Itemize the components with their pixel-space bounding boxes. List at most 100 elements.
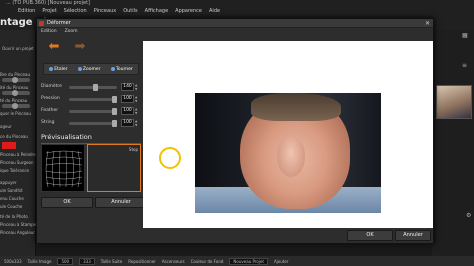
width-field[interactable]: 500 xyxy=(57,257,74,265)
tool-label: appuyer xyxy=(0,180,17,185)
brush-slider[interactable] xyxy=(2,90,30,96)
tool-label: ule Couche xyxy=(0,204,23,209)
layers-icon[interactable]: ≡ xyxy=(462,62,467,69)
taille-suite-label[interactable]: Taille Suite xyxy=(101,259,123,264)
project-select[interactable]: Nouveau Projet xyxy=(229,257,268,265)
menu-projet[interactable]: Projet xyxy=(42,7,56,15)
app-icon xyxy=(39,21,44,26)
param-label: Pression xyxy=(41,96,60,101)
param-diametre: Diamètre 140 ▲ ▼ xyxy=(41,83,141,92)
param-slider[interactable] xyxy=(69,120,117,127)
slider-knob[interactable] xyxy=(92,84,98,91)
tool-label: ule Sandhit xyxy=(0,188,23,193)
image-canvas[interactable] xyxy=(143,41,433,228)
param-slider[interactable] xyxy=(69,84,117,91)
photo-hair xyxy=(251,93,341,121)
grid-icon[interactable]: ▦ xyxy=(462,32,468,39)
image-size-readout: 500x333 xyxy=(4,258,22,264)
slider-knob[interactable] xyxy=(112,120,117,127)
spin-arrows-icon[interactable]: ▲ ▼ xyxy=(135,83,139,91)
menu-affichage[interactable]: Affichage xyxy=(145,7,169,15)
deform-dialog: Déformer ✕ Edition Zoom ⬅ ➡ Etaler Zoome… xyxy=(36,18,434,244)
spin-arrows-icon[interactable]: ▲ ▼ xyxy=(135,95,139,103)
open-project-label[interactable]: Ouvrir un projet xyxy=(2,46,34,51)
brush-slider[interactable] xyxy=(2,103,30,109)
ascenseurs-checkbox[interactable]: Ascenseurs xyxy=(162,259,185,264)
tool-label: ce du Pinceau xyxy=(0,134,28,139)
tool-label: quer le Pinceau xyxy=(0,111,31,116)
deformed-portrait-photo[interactable] xyxy=(195,93,381,213)
tool-label: ageur xyxy=(0,124,12,129)
right-panel: ▦ ≡ ⚙ xyxy=(432,30,474,256)
redo-arrow-icon[interactable]: ➡ xyxy=(69,39,91,55)
param-slider[interactable] xyxy=(69,108,117,115)
photo-nose xyxy=(277,137,305,177)
tool-etaler-label: Etaler xyxy=(54,66,68,72)
image-size-label: Taille Image xyxy=(27,258,52,264)
spin-arrows-icon[interactable]: ▲ ▼ xyxy=(135,107,139,115)
tool-zoomer[interactable]: Zoomer xyxy=(77,66,101,72)
slider-knob[interactable] xyxy=(112,96,117,103)
param-value-field[interactable]: 100 xyxy=(121,95,134,103)
menu-apparence[interactable]: Apparence xyxy=(175,7,202,15)
dialog-title: Déformer xyxy=(47,20,71,26)
brush-color-swatch[interactable] xyxy=(2,142,16,149)
brush-size-slider[interactable] xyxy=(2,77,30,83)
tool-tourner-label: Tourner xyxy=(115,66,133,72)
tool-label: ique Tolérance xyxy=(0,168,29,173)
preview-stop-area[interactable]: Stop xyxy=(87,144,141,192)
param-value-field[interactable]: 100 xyxy=(121,119,134,127)
param-label: Feather xyxy=(41,108,59,113)
menu-edition[interactable]: Edition xyxy=(18,7,35,15)
dialog-menu-edition[interactable]: Edition xyxy=(41,29,57,34)
cancel-button[interactable]: Annuler xyxy=(95,197,147,208)
tool-label: Pinceau à Peindre xyxy=(0,152,36,157)
tool-label: té de la Photo xyxy=(0,214,28,219)
param-string: String 100 ▲ ▼ xyxy=(41,119,141,128)
ok-button[interactable]: OK xyxy=(41,197,93,208)
tool-zoomer-label: Zoomer xyxy=(82,66,101,72)
height-field[interactable]: 333 xyxy=(79,257,95,265)
cancel-button[interactable]: Annuler xyxy=(395,230,431,241)
left-tool-panel: Ouvrir un projet Bre du Pinceau ité du P… xyxy=(0,30,38,256)
param-feather: Feather 100 ▲ ▼ xyxy=(41,107,141,116)
menu-aide[interactable]: Aide xyxy=(209,7,220,15)
background-color-label[interactable]: Couleur de Fond xyxy=(191,259,224,264)
menu-outils[interactable]: Outils xyxy=(123,7,137,15)
deform-tool-tabs: Etaler Zoomer Tourner xyxy=(43,63,139,75)
param-label: String xyxy=(41,120,55,125)
menu-pinceaux[interactable]: Pinceaux xyxy=(94,7,116,15)
repositionner-button[interactable]: Repositionner xyxy=(128,259,156,264)
status-bar: 500x333 Taille Image 500 333 Taille Suit… xyxy=(0,256,474,266)
param-value-field[interactable]: 100 xyxy=(121,107,134,115)
warp-grid-icon xyxy=(45,150,83,188)
menu-selection[interactable]: Sélection xyxy=(64,7,87,15)
param-value-field[interactable]: 140 xyxy=(121,83,134,91)
tool-tourner[interactable]: Tourner xyxy=(110,66,133,72)
undo-arrow-icon[interactable]: ⬅ xyxy=(43,39,65,55)
radio-icon xyxy=(110,67,115,71)
layer-strip xyxy=(36,246,432,256)
add-button[interactable]: Ajouter xyxy=(274,259,289,264)
project-thumbnail[interactable] xyxy=(436,85,472,119)
settings-icon[interactable]: ⚙ xyxy=(466,212,471,219)
history-buttons: ⬅ ➡ xyxy=(43,39,91,55)
dialog-titlebar: Déformer ✕ xyxy=(37,19,433,28)
tool-etaler[interactable]: Etaler xyxy=(49,67,67,72)
warp-grid-preview xyxy=(41,144,85,192)
spin-arrows-icon[interactable]: ▲ ▼ xyxy=(135,119,139,127)
slider-knob[interactable] xyxy=(112,108,117,115)
tool-label: Pinceau Surgeon xyxy=(0,160,34,165)
dialog-menu-zoom[interactable]: Zoom xyxy=(65,29,78,34)
tool-label: Pinceau Anguleur xyxy=(0,230,35,235)
hand-cursor-icon: ☝ xyxy=(165,153,170,161)
close-icon[interactable]: ✕ xyxy=(425,19,430,28)
radio-icon xyxy=(49,67,54,71)
app-menubar: Edition Projet Sélection Pinceaux Outils… xyxy=(0,7,474,15)
stop-label[interactable]: Stop xyxy=(129,147,138,152)
param-slider[interactable] xyxy=(69,96,117,103)
dialog-menubar: Edition Zoom xyxy=(41,29,78,34)
tool-label: Pinceau à Stamper xyxy=(0,222,38,227)
ok-button[interactable]: OK xyxy=(347,230,393,241)
preview-title: Prévisualisation xyxy=(41,133,92,141)
